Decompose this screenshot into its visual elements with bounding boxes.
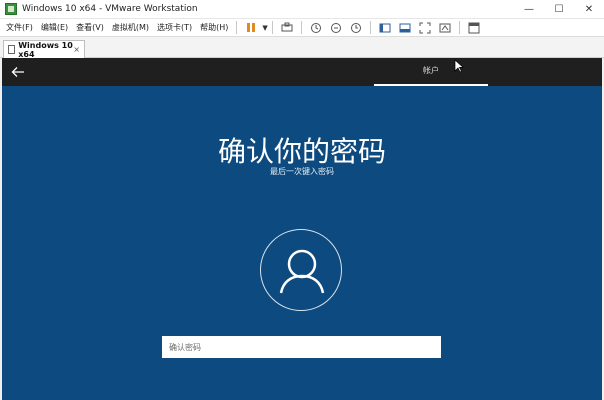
vm-tab-bar: Windows 10 x64 ×: [0, 37, 604, 59]
snapshot-icon[interactable]: [309, 21, 323, 35]
window-controls: — ☐ ✕: [514, 0, 604, 19]
fullscreen-icon[interactable]: [418, 21, 432, 35]
toolbar-separator: [271, 21, 273, 34]
window-titlebar: Windows 10 x64 - VMware Workstation — ☐ …: [0, 0, 604, 19]
page-title: 确认你的密码: [217, 135, 386, 168]
vm-tab-icon: [8, 45, 16, 54]
toolbar-separator: [369, 21, 371, 34]
menu-file[interactable]: 文件(F): [0, 22, 37, 33]
vmware-app-icon: [5, 3, 17, 15]
send-ctrl-alt-del-icon[interactable]: [280, 21, 294, 35]
close-button[interactable]: ✕: [574, 0, 604, 19]
confirm-password-input[interactable]: [162, 336, 441, 358]
power-dropdown-icon[interactable]: ▼: [262, 24, 267, 32]
minimize-button[interactable]: —: [514, 0, 544, 19]
revert-snapshot-icon[interactable]: [329, 21, 343, 35]
menu-edit[interactable]: 编辑(E): [37, 22, 72, 33]
pause-icon[interactable]: [244, 21, 258, 35]
maximize-button[interactable]: ☐: [544, 0, 574, 19]
menu-bar: 文件(F) 编辑(E) 查看(V) 虚拟机(M) 选项卡(T) 帮助(H) ▼: [0, 19, 604, 37]
mouse-cursor-icon: [454, 58, 464, 73]
account-tab-underline: [374, 84, 488, 86]
guest-screen[interactable]: 帐户 确认你的密码 最后一次键入密码: [2, 58, 602, 400]
thumbnail-view-icon[interactable]: [398, 21, 412, 35]
toolbar-separator: [458, 21, 460, 34]
menu-tabs[interactable]: 选项卡(T): [153, 22, 196, 33]
snapshot-manager-icon[interactable]: [349, 21, 363, 35]
page-subtitle: 最后一次键入密码: [270, 167, 334, 176]
tab-close-icon[interactable]: ×: [73, 45, 80, 54]
menu-vm[interactable]: 虚拟机(M): [108, 22, 153, 33]
guest-top-bar: 帐户: [2, 58, 602, 86]
toolbar-separator: [236, 21, 238, 34]
menu-view[interactable]: 查看(V): [72, 22, 108, 33]
library-view-icon[interactable]: [378, 21, 392, 35]
back-arrow-icon[interactable]: [10, 64, 26, 80]
vm-tab-label: Windows 10 x64: [18, 40, 73, 59]
menu-help[interactable]: 帮助(H): [196, 22, 232, 33]
tab-windows-10-x64[interactable]: Windows 10 x64 ×: [3, 40, 85, 59]
user-avatar-icon: [260, 229, 342, 311]
unity-icon[interactable]: [438, 21, 452, 35]
window-title: Windows 10 x64 - VMware Workstation: [22, 4, 198, 14]
toolbar-separator: [300, 21, 302, 34]
account-tab[interactable]: 帐户: [374, 58, 488, 86]
console-view-icon[interactable]: [467, 21, 481, 35]
